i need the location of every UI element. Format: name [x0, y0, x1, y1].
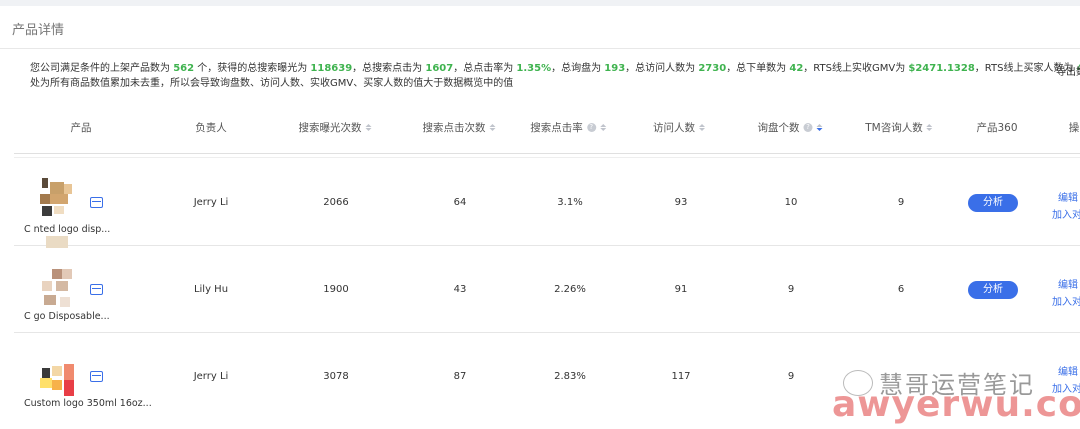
summary-orders: 42: [789, 63, 804, 74]
click-rate: 2.83%: [554, 371, 586, 382]
summary-text-part: ，总下单数为: [726, 63, 790, 74]
inquiry-count: 9: [787, 284, 795, 295]
owner: Jerry Li: [193, 371, 229, 382]
summary-text-part: ，总搜索点击为: [352, 63, 426, 74]
edit-link[interactable]: 编辑: [1058, 363, 1078, 378]
column-owner: 负责人: [195, 120, 227, 135]
tm-consult-count: 9: [897, 197, 905, 208]
summary-exposure: 118639: [310, 63, 353, 74]
divider: [14, 157, 1080, 158]
exposure-count: 2066: [323, 197, 349, 208]
analyze-button[interactable]: 分析: [968, 194, 1018, 212]
column-label: 访问人数: [653, 122, 695, 134]
section-title: 产品详情: [12, 23, 65, 38]
sort-icon[interactable]: [699, 124, 705, 131]
table-header: 产品 负责人 搜索曝光次数 搜索点击次数 搜索点击率? 访问人数 询盘个数? T…: [0, 110, 1080, 146]
product-thumbnail[interactable]: [26, 257, 74, 309]
store-icon[interactable]: [90, 197, 103, 208]
summary-line-2: 处为所有商品数值累加未去重，所以会导致询盘数、访问人数、实收GMV、买家人数的值…: [30, 78, 514, 89]
summary-visitors: 2730: [698, 63, 727, 74]
column-operations: 操: [1069, 120, 1080, 135]
edit-link[interactable]: 编辑: [1058, 276, 1078, 291]
summary-text-part: ，RTS线上实收GMV为: [803, 63, 909, 74]
divider: [0, 48, 1080, 49]
inquiry-count: 10: [784, 197, 798, 208]
summary-text-part: ，总询盘为: [551, 63, 605, 74]
watermark-domain: awyerwu.com: [832, 384, 1080, 425]
summary-line-1: 您公司满足条件的上架产品数为 562 个，获得的总搜索曝光为 118639，总搜…: [30, 61, 1080, 76]
product-thumbnail[interactable]: [26, 170, 74, 248]
product-name[interactable]: C go Disposable...: [24, 311, 110, 322]
column-tm-consult[interactable]: TM咨询人数: [865, 120, 933, 135]
column-exposure[interactable]: 搜索曝光次数: [299, 120, 372, 135]
visitor-count: 117: [671, 371, 691, 382]
help-icon[interactable]: ?: [586, 123, 596, 132]
summary-clicks: 1607: [425, 63, 454, 74]
summary-text-part: 您公司满足条件的上架产品数为: [30, 63, 174, 74]
exposure-count: 1900: [323, 284, 349, 295]
summary-text-part: 个，获得的总搜索曝光为: [194, 63, 311, 74]
tm-consult-count: 6: [897, 284, 905, 295]
summary-ctr: 1.35%: [516, 63, 552, 74]
add-to-compare-link[interactable]: 加入对: [1052, 206, 1080, 221]
summary-text-part: ，总访问人数为: [625, 63, 699, 74]
table-row: C nted logo disp... Jerry Li 2066 64 3.1…: [14, 160, 1080, 248]
owner: Lily Hu: [193, 284, 229, 295]
export-data-link[interactable]: 导出数: [1056, 63, 1080, 78]
column-label: 询盘个数: [757, 122, 800, 134]
divider: [14, 153, 1080, 154]
edit-link[interactable]: 编辑: [1058, 189, 1078, 204]
product-details-page: 产品详情 您公司满足条件的上架产品数为 562 个，获得的总搜索曝光为 1186…: [0, 0, 1080, 429]
column-ctr[interactable]: 搜索点击率?: [530, 120, 606, 135]
exposure-count: 3078: [323, 371, 349, 382]
summary-inquiries: 193: [604, 63, 626, 74]
visitor-count: 91: [674, 284, 688, 295]
summary-products: 562: [173, 63, 195, 74]
column-label: 搜索点击率: [530, 122, 583, 134]
store-icon[interactable]: [90, 371, 103, 382]
inquiry-count: 9: [787, 371, 795, 382]
owner: Jerry Li: [193, 197, 229, 208]
sort-icon[interactable]: [926, 124, 933, 131]
column-label: 搜索点击次数: [422, 122, 486, 134]
sort-icon[interactable]: [489, 124, 496, 131]
help-icon[interactable]: ?: [803, 123, 813, 132]
click-rate: 3.1%: [557, 197, 583, 208]
top-bar: [0, 0, 1080, 6]
column-label: 产品: [70, 122, 92, 134]
summary-gmv: $2471.1328: [908, 63, 975, 74]
column-product: 产品: [71, 120, 92, 135]
column-label: TM咨询人数: [865, 122, 923, 134]
column-label: 搜索曝光次数: [298, 122, 362, 134]
column-label: 操: [1068, 122, 1080, 134]
column-product360: 产品360: [976, 120, 1017, 135]
sort-desc-icon[interactable]: [816, 124, 823, 131]
analyze-button[interactable]: 分析: [968, 281, 1018, 299]
add-to-compare-link[interactable]: 加入对: [1052, 293, 1080, 308]
click-count: 87: [453, 371, 467, 382]
summary-text-part: ，总点击率为: [453, 63, 517, 74]
product-name[interactable]: Custom logo 350ml 16oz...: [24, 398, 152, 409]
click-count: 43: [453, 284, 467, 295]
summary-text: 您公司满足条件的上架产品数为 562 个，获得的总搜索曝光为 118639，总搜…: [30, 61, 1080, 91]
product-name[interactable]: C nted logo disp...: [24, 224, 110, 235]
store-icon[interactable]: [90, 284, 103, 295]
click-rate: 2.26%: [554, 284, 586, 295]
visitor-count: 93: [674, 197, 688, 208]
sort-icon[interactable]: [599, 124, 606, 131]
product-thumbnail[interactable]: [26, 344, 74, 396]
column-visitors[interactable]: 访问人数: [653, 120, 705, 135]
click-count: 64: [453, 197, 467, 208]
column-clicks[interactable]: 搜索点击次数: [423, 120, 496, 135]
table-row: C go Disposable... Lily Hu 1900 43 2.26%…: [14, 247, 1080, 333]
column-label: 产品360: [976, 122, 1018, 134]
column-inquiries[interactable]: 询盘个数?: [758, 120, 823, 135]
sort-icon[interactable]: [365, 124, 372, 131]
column-label: 负责人: [195, 122, 227, 134]
